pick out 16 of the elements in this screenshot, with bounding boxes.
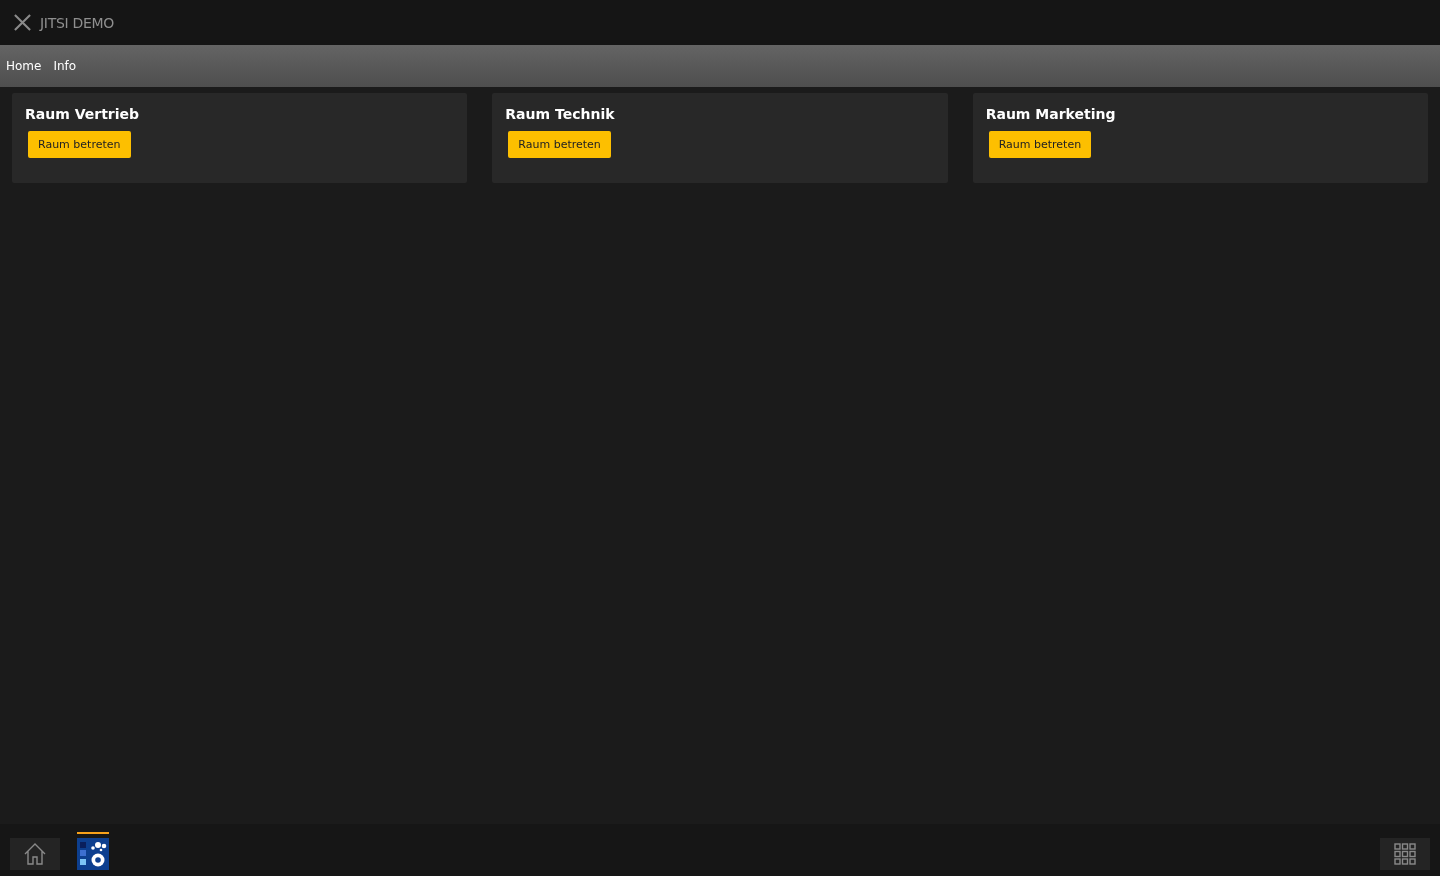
enter-room-button[interactable]: Raum betreten <box>988 131 1092 158</box>
enter-room-button[interactable]: Raum betreten <box>28 131 131 158</box>
home-icon <box>23 842 47 866</box>
nav-link[interactable]: Info <box>53 59 77 73</box>
room-title: Raum Marketing <box>985 106 1116 122</box>
active-indicator <box>77 832 109 834</box>
grid-icon <box>1394 843 1416 865</box>
close-icon[interactable] <box>13 13 32 32</box>
home-button[interactable] <box>10 838 60 870</box>
room-title: Raum Vertrieb <box>25 106 140 122</box>
app-icon[interactable] <box>77 838 109 870</box>
app-grid-button[interactable] <box>1380 838 1430 870</box>
room-title: Raum Technik <box>505 106 615 122</box>
enter-room-button[interactable]: Raum betreten <box>508 131 611 158</box>
window-title: JITSI DEMO <box>40 14 114 31</box>
nav-link[interactable]: Home <box>6 59 42 73</box>
